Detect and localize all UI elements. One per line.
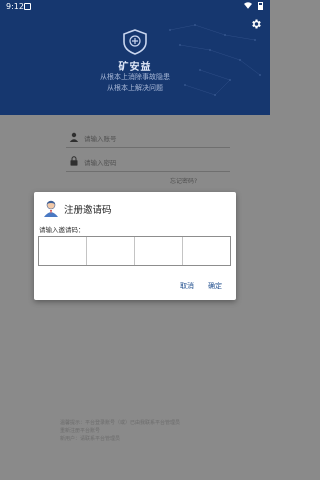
footer-line-2: 重新注册平台账号 (60, 428, 101, 434)
password-placeholder: 请输入密码 (84, 159, 117, 167)
status-bar: 9:12 (0, 0, 270, 12)
footer-notice: 温馨提示：平台登录账号（或）已由我联系平台管理员 重新注册平台账号 新用户：请联… (60, 419, 235, 443)
battery-icon (258, 2, 263, 10)
brand-name: 矿安益 (118, 62, 152, 73)
cancel-button[interactable]: 取消 (180, 281, 194, 291)
account-field[interactable]: 请输入账号 (66, 129, 230, 148)
invite-code-dialog: 注册邀请码 请输入邀请码： 取消 确定 (34, 192, 236, 300)
dialog-title: 注册邀请码 (64, 205, 112, 216)
wifi-icon (244, 2, 252, 9)
logo-block: 矿安益 (0, 28, 270, 73)
code-cell[interactable] (87, 237, 135, 265)
invite-code-input[interactable] (38, 236, 231, 266)
avatar-icon (44, 200, 58, 217)
invite-code-label: 请输入邀请码： (39, 226, 85, 234)
account-placeholder: 请输入账号 (84, 135, 117, 143)
app-header: 9:12 矿安益 从根本上消除事故隐患 从根本上解决问题 (0, 0, 270, 115)
dialog-header: 注册邀请码 (42, 199, 232, 217)
forgot-password-link[interactable]: 忘记密码? (170, 176, 197, 185)
slogan-line-2: 从根本上解决问题 (107, 84, 163, 92)
footer-line-3: 新用户：请联系平台管理员 (60, 436, 121, 442)
lock-icon (70, 156, 78, 166)
footer-line-1: 温馨提示：平台登录账号（或）已由我联系平台管理员 (60, 420, 181, 426)
notification-icon (24, 3, 31, 10)
status-time: 9:12 (6, 2, 24, 11)
code-cell[interactable] (183, 237, 230, 265)
user-icon (69, 132, 79, 142)
password-field[interactable]: 请输入密码 (66, 153, 230, 172)
code-cell[interactable] (135, 237, 183, 265)
confirm-button[interactable]: 确定 (208, 281, 222, 291)
shield-logo-icon (123, 29, 147, 55)
slogan-line-1: 从根本上消除事故隐患 (100, 73, 170, 81)
code-cell[interactable] (39, 237, 87, 265)
